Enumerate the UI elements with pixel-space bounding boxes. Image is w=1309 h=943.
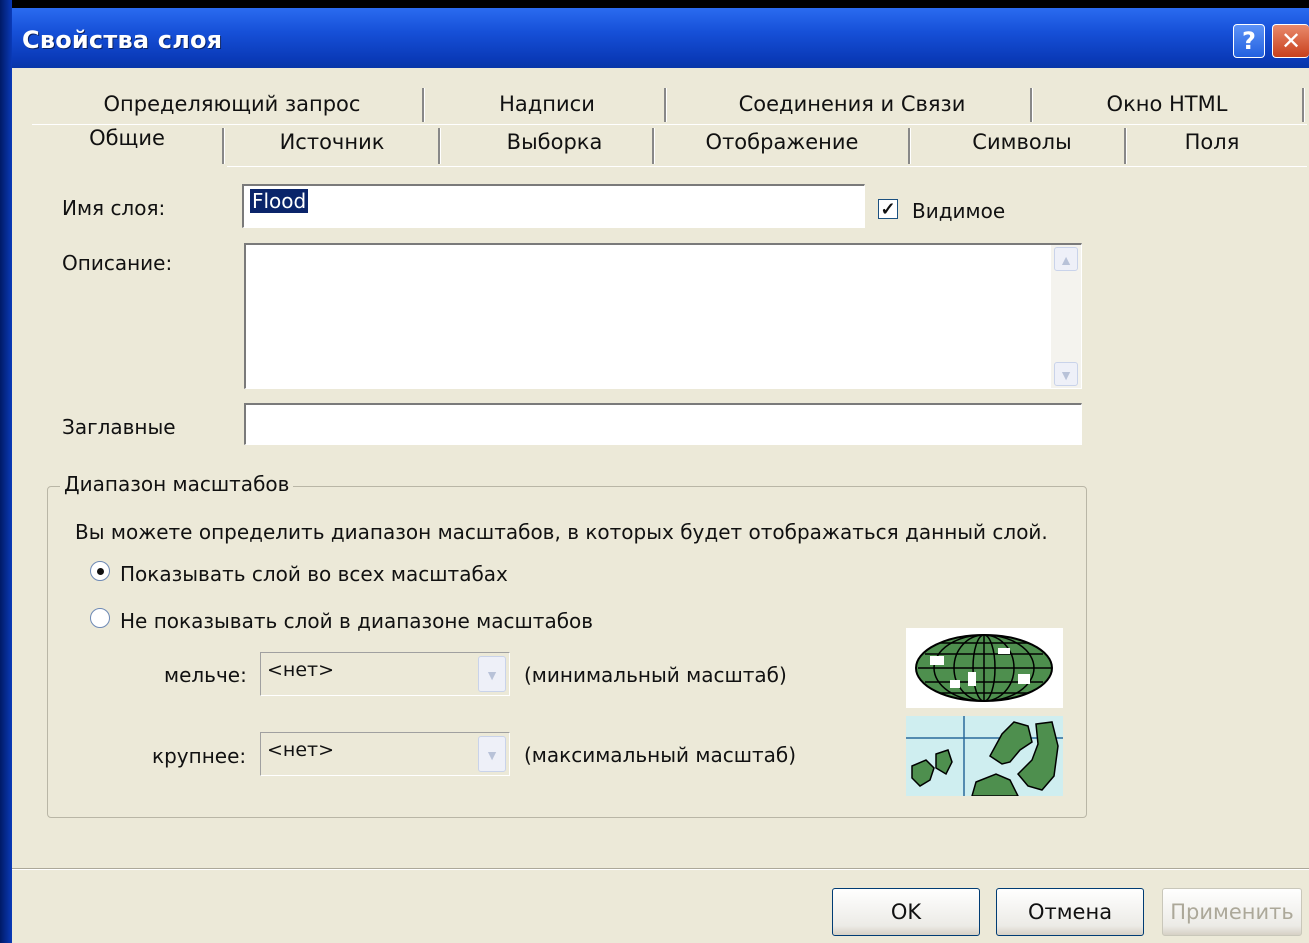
layer-name-input[interactable]: Flood <box>242 184 865 228</box>
layer-name-label: Имя слоя: <box>62 196 166 220</box>
tab-separator <box>438 128 441 164</box>
max-scale-combo[interactable]: <нет> ▼ <box>260 732 510 776</box>
tab-general[interactable]: Общие <box>62 126 192 150</box>
scroll-up-icon[interactable]: ▲ <box>1054 247 1078 271</box>
europe-map-icon <box>906 716 1063 796</box>
min-scale-value: <нет> <box>267 659 335 681</box>
tab-separator <box>422 88 425 122</box>
tab-fields[interactable]: Поля <box>1142 130 1282 154</box>
ok-button[interactable]: OK <box>832 888 980 936</box>
layer-name-value: Flood <box>250 189 309 213</box>
tab-separator <box>222 128 225 164</box>
tab-separator <box>1302 88 1305 122</box>
show-all-scales-radio[interactable] <box>90 561 110 581</box>
scale-range-legend: Диапазон масштабов <box>60 472 294 496</box>
tab-display[interactable]: Отображение <box>672 130 892 154</box>
tab-separator <box>652 128 655 164</box>
max-scale-value: <нет> <box>267 739 335 761</box>
visible-label: Видимое <box>912 199 1006 223</box>
tab-joins-relates[interactable]: Соединения и Связи <box>692 92 1012 116</box>
scale-range-info: Вы можете определить диапазон масштабов,… <box>75 520 1048 544</box>
tab-separator <box>1124 128 1127 164</box>
min-scale-label: мельче: <box>164 663 247 687</box>
tab-definition-query[interactable]: Определяющий запрос <box>102 92 362 116</box>
cancel-button[interactable]: Отмена <box>996 888 1144 936</box>
hide-scale-range-label: Не показывать слой в диапазоне масштабов <box>120 609 594 633</box>
radio-selected-dot <box>97 568 104 575</box>
credits-label: Заглавные <box>62 415 176 439</box>
title-bar: Свойства слоя ? ✕ <box>12 8 1309 68</box>
description-label: Описание: <box>62 251 173 275</box>
apply-button[interactable]: Применить <box>1162 888 1302 936</box>
chevron-down-icon[interactable]: ▼ <box>478 656 506 692</box>
tab-source[interactable]: Источник <box>242 130 422 154</box>
tab-html-popup[interactable]: Окно HTML <box>1072 92 1262 116</box>
tab-panel-border <box>227 166 1307 167</box>
world-map-icon <box>906 628 1063 708</box>
hide-scale-range-radio[interactable] <box>90 608 110 628</box>
help-button[interactable]: ? <box>1233 24 1265 58</box>
credits-input[interactable] <box>244 403 1082 445</box>
tab-separator <box>664 88 667 122</box>
layer-properties-dialog: Свойства слоя ? ✕ Определяющий запрос На… <box>12 8 1309 943</box>
visible-checkbox[interactable]: ✓ <box>878 199 898 219</box>
tab-selection[interactable]: Выборка <box>462 130 647 154</box>
close-button[interactable]: ✕ <box>1272 24 1309 58</box>
max-scale-label: крупнее: <box>152 744 247 768</box>
scroll-down-icon[interactable]: ▼ <box>1054 362 1078 386</box>
max-scale-note: (максимальный масштаб) <box>524 743 797 767</box>
tab-labels[interactable]: Надписи <box>452 92 642 116</box>
tab-symbology[interactable]: Символы <box>932 130 1112 154</box>
tab-separator <box>1030 88 1033 122</box>
window-title: Свойства слоя <box>22 26 223 54</box>
tab-separator <box>908 128 911 164</box>
footer-divider <box>12 868 1309 870</box>
show-all-scales-label: Показывать слой во всех масштабах <box>120 562 508 586</box>
tab-row-line <box>32 124 1307 125</box>
description-scrollbar[interactable]: ▲ ▼ <box>1051 245 1081 388</box>
min-scale-note: (минимальный масштаб) <box>524 663 787 687</box>
min-scale-combo[interactable]: <нет> ▼ <box>260 652 510 696</box>
desktop-edge <box>0 0 12 943</box>
chevron-down-icon[interactable]: ▼ <box>478 736 506 772</box>
description-textarea[interactable]: ▲ ▼ <box>244 243 1082 389</box>
